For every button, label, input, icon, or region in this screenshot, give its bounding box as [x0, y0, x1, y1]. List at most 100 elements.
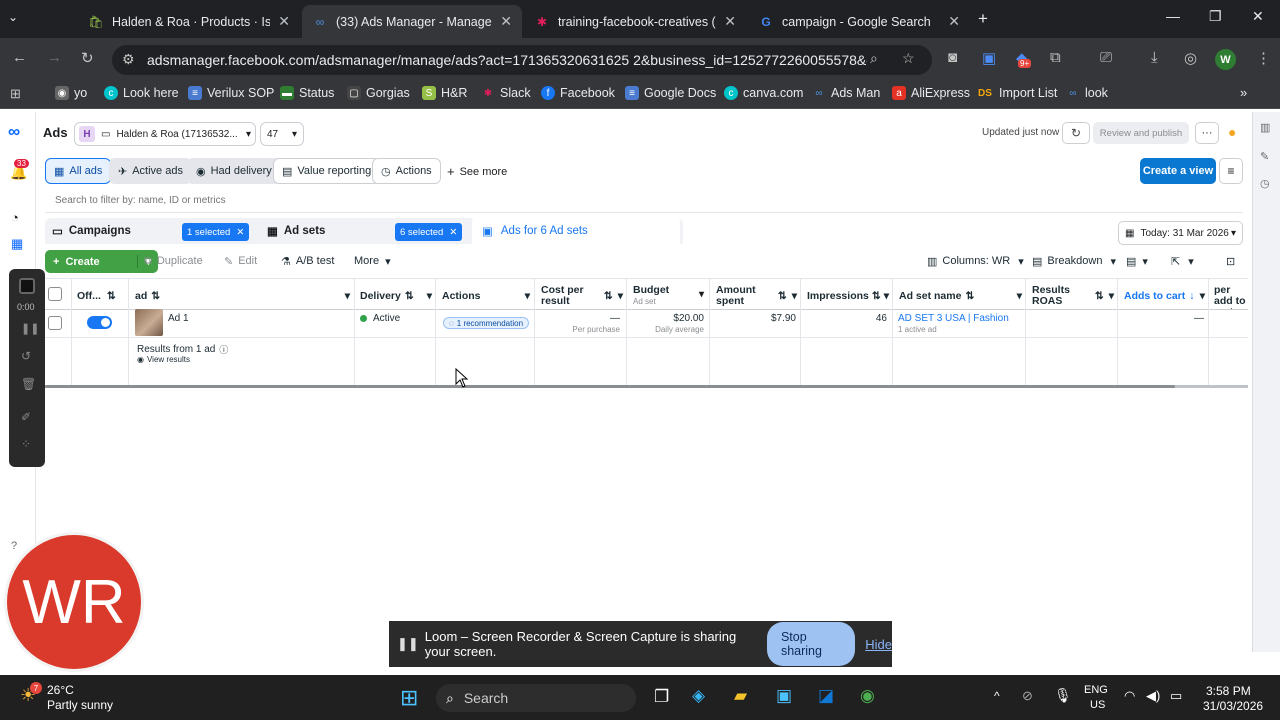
bookmark-ads-man[interactable]: ∞ Ads Man [812, 86, 880, 100]
forward-icon[interactable]: → [47, 49, 62, 66]
battery-icon[interactable]: ▭ [1170, 688, 1182, 704]
stop-record-icon[interactable] [19, 278, 35, 294]
restart-icon[interactable]: ↺ [21, 349, 31, 363]
bookmark-aliexpress[interactable]: a AliExpress [892, 86, 970, 100]
reload-icon[interactable]: ↻ [81, 49, 94, 67]
pause-icon[interactable]: ❚❚ [21, 322, 39, 335]
bookmark-slack[interactable]: ✱ Slack [481, 86, 531, 100]
clock-icon[interactable]: ◔ [11, 210, 19, 225]
duplicate-button[interactable]: ⧉ Duplicate [136, 249, 211, 273]
export-button[interactable]: ⇱ ▾ [1163, 249, 1202, 273]
puzzle-extensions-icon[interactable]: ⧉ [1050, 49, 1061, 66]
microphone-icon[interactable]: 🎙 [1054, 687, 1072, 704]
stop-sharing-button[interactable]: Stop sharing [766, 622, 856, 666]
header-amount-spent[interactable]: Amount spent ⇅ ▾ [716, 283, 797, 309]
header-cost-per-add-to-cart[interactable]: Cost per add to cart [1214, 283, 1248, 309]
store-icon[interactable]: ▣ [776, 686, 792, 706]
bookmark-star-icon[interactable]: ☆ [902, 50, 915, 67]
bookmark-look[interactable]: ∞ look [1066, 86, 1108, 100]
site-info-icon[interactable]: ⚙ [122, 51, 135, 68]
chevron-down-icon[interactable]: ▾ [345, 290, 350, 302]
bookmark-status[interactable]: ▬ Status [280, 86, 334, 100]
header-actions[interactable]: Actions ▾ [442, 283, 530, 309]
trash-icon[interactable]: 🗑 [21, 377, 36, 391]
bookmark-google-docs[interactable]: ≡ Google Docs [625, 86, 716, 100]
chevron-down-icon[interactable]: ▾ [525, 290, 530, 302]
minimize-icon[interactable]: — [1166, 8, 1180, 24]
adsets-selected-pill[interactable]: 6 selected ✕ [395, 223, 463, 241]
help-icon[interactable]: ? [11, 540, 17, 552]
sort-icon[interactable]: ⇅ [872, 290, 881, 302]
filter-all-ads[interactable]: ▦ All ads [45, 158, 112, 184]
camera-extension-icon[interactable]: ◙ [948, 49, 957, 66]
chevron-down-icon[interactable]: ▾ [1017, 290, 1022, 302]
bookmark-import-list[interactable]: DS Import List [976, 86, 1057, 100]
select-all-checkbox[interactable] [48, 287, 62, 301]
file-explorer-icon[interactable]: ▰ [734, 686, 747, 706]
filter-actions[interactable]: ◷ Actions [372, 158, 441, 184]
see-more-button[interactable]: + See more [447, 164, 507, 179]
account-count-selector[interactable]: 47 ▾ [260, 122, 304, 146]
mute-icon[interactable]: ⊘ [1022, 688, 1033, 704]
header-ad[interactable]: ad ⇅ ▾ [135, 283, 350, 309]
user-avatar-icon[interactable]: ● [1228, 124, 1236, 140]
chevron-down-icon[interactable]: ▾ [1200, 290, 1205, 302]
meta-logo-icon[interactable]: ∞ [8, 122, 20, 142]
hide-banner-link[interactable]: Hide [865, 637, 892, 652]
bookmark-gorgias[interactable]: ▢ Gorgias [347, 86, 410, 100]
cast-icon[interactable]: ⎚ [1100, 49, 1112, 66]
search-filter-field[interactable] [45, 189, 1243, 213]
clock-date[interactable]: 31/03/2026 [1203, 699, 1263, 713]
sort-icon[interactable]: ⇅ [965, 290, 974, 302]
create-view-button[interactable]: Create a view [1140, 158, 1216, 184]
header-budget[interactable]: Budget Ad set [633, 283, 707, 309]
refresh-button[interactable]: ↻ [1062, 122, 1090, 144]
review-publish-button[interactable]: Review and publish [1093, 122, 1189, 144]
tab-campaigns[interactable]: ▭ Campaigns [52, 224, 131, 238]
windows-start-icon[interactable]: ⊞ [400, 685, 418, 711]
close-window-icon[interactable]: ✕ [1252, 8, 1264, 25]
filter-had-delivery[interactable]: ◉ Had delivery [187, 158, 281, 184]
bookmark-hr[interactable]: S H&R [422, 86, 467, 100]
chart-icon[interactable]: ▥ [1260, 121, 1270, 134]
filter-value-reporting[interactable]: ▤ Value reporting [273, 158, 381, 184]
close-tab-icon[interactable]: ✕ [724, 13, 736, 30]
date-picker[interactable]: ▦ Today: 31 Mar 2026 ▾ [1118, 221, 1243, 245]
info-icon[interactable]: ⓘ [219, 343, 228, 356]
chrome-icon[interactable]: ◉ [860, 686, 875, 706]
bookmark-verilux-sop[interactable]: ≡ Verilux SOP [188, 86, 274, 100]
sort-icon[interactable]: ⇅ [778, 290, 787, 302]
close-tab-icon[interactable]: ✕ [948, 13, 960, 30]
draw-icon[interactable]: ✐ [21, 410, 31, 424]
campaigns-selected-pill[interactable]: 1 selected ✕ [182, 223, 250, 241]
close-tab-icon[interactable]: ✕ [500, 13, 512, 30]
header-cost-per-result[interactable]: Cost per result ⇅ ▾ [541, 283, 623, 309]
clear-icon[interactable]: ✕ [449, 227, 457, 238]
sort-desc-icon[interactable]: ↓ [1189, 290, 1194, 302]
row-checkbox[interactable] [48, 316, 62, 330]
sort-icon[interactable]: ⇅ [604, 290, 613, 302]
profile-avatar[interactable]: W [1215, 49, 1236, 70]
ad-name[interactable]: Ad 1 [168, 313, 189, 324]
address-bar[interactable]: ⚙ adsmanager.facebook.com/adsmanager/man… [112, 45, 932, 75]
tab-ads-manager[interactable]: ∞ (33) Ads Manager - Manage ad ✕ [302, 5, 522, 38]
reports-button[interactable]: ▤ ▾ [1118, 249, 1156, 273]
bookmark-facebook[interactable]: f Facebook [541, 86, 615, 100]
show-hidden-icons[interactable]: ^ [994, 689, 1000, 703]
chevron-down-icon[interactable]: ▾ [618, 290, 623, 302]
header-impressions[interactable]: Impressions ⇅ ▾ [807, 283, 889, 309]
filter-active-ads[interactable]: ✈ Active ads [109, 158, 192, 184]
tab-slack[interactable]: ✱ training-facebook-creatives (Ch ✕ [524, 5, 746, 38]
header-delivery[interactable]: Delivery ⇅ ▾ [360, 283, 432, 309]
wifi-icon[interactable]: ◠ [1124, 688, 1135, 704]
loom-camera-bubble[interactable]: WR [4, 532, 144, 672]
more-button[interactable]: More ▾ [346, 249, 399, 273]
copilot-icon[interactable]: ◈ [692, 686, 705, 706]
more-options-button[interactable]: ··· [1195, 122, 1219, 144]
download-icon[interactable]: ⤓ [1151, 49, 1158, 66]
ad-thumbnail[interactable] [135, 309, 163, 336]
bookmark-yo[interactable]: ◉ yo [55, 86, 87, 100]
translate-extension-icon[interactable]: ▣ [982, 49, 996, 67]
recommendation-pill[interactable]: ◌ 1 recommendation [443, 317, 530, 329]
language-code[interactable]: ENG [1084, 684, 1108, 696]
